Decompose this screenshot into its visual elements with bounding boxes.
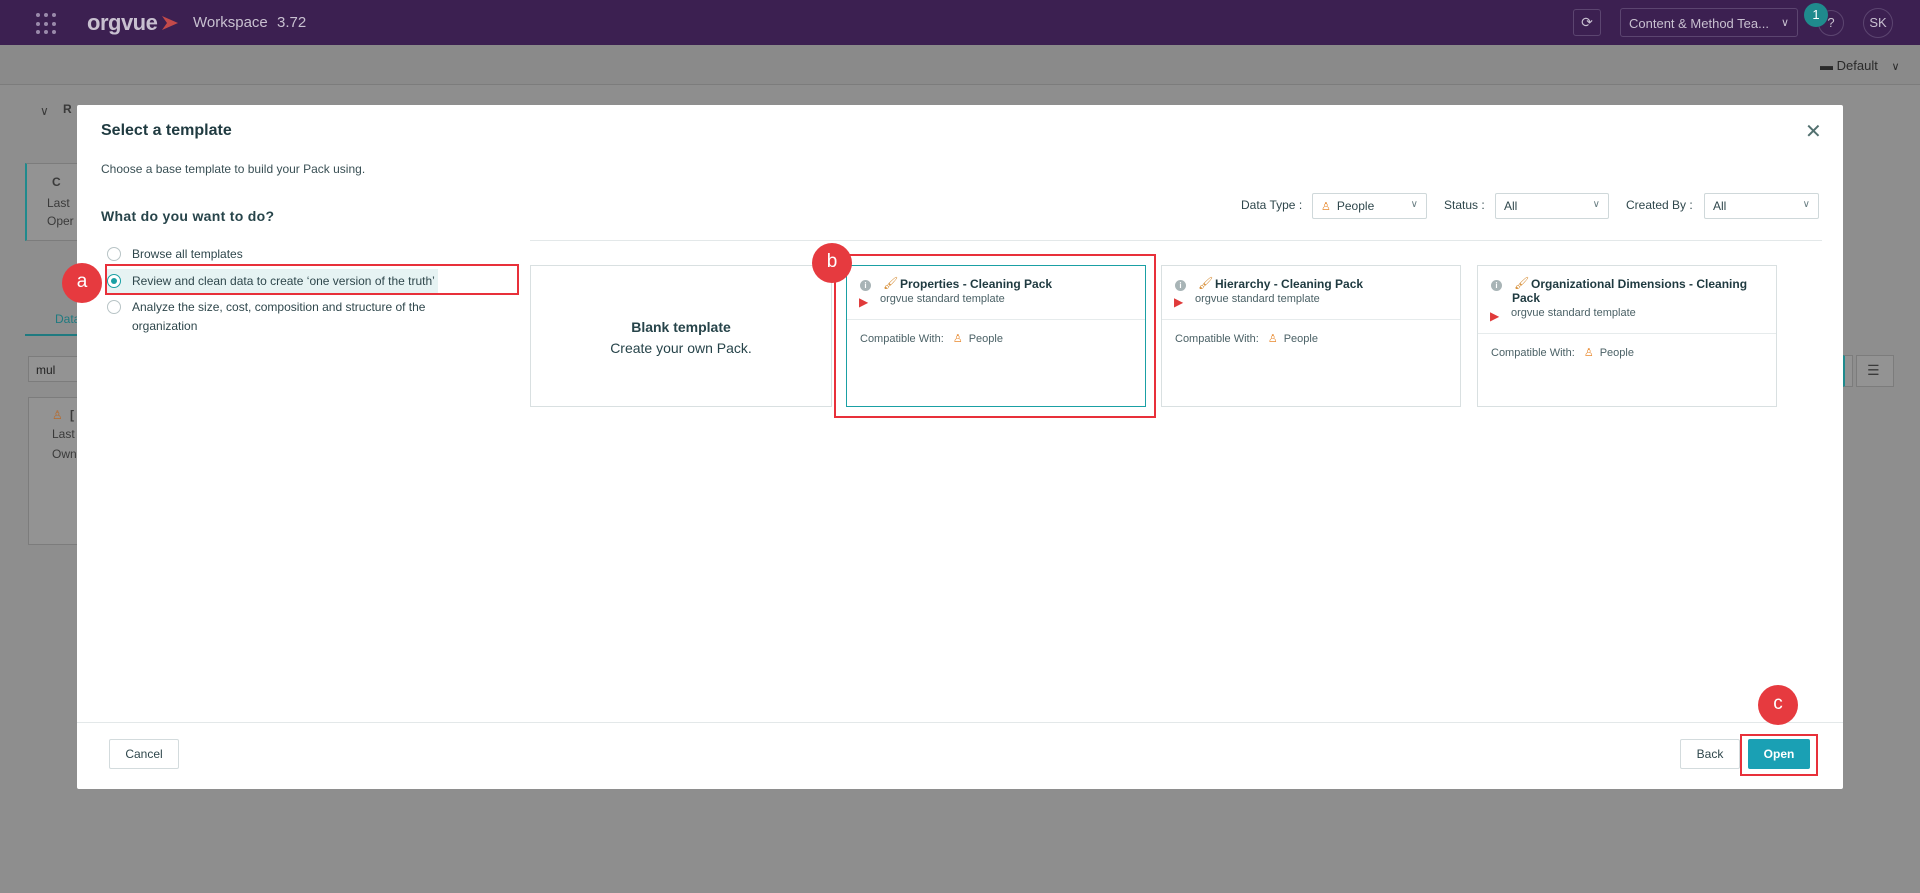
data-type-value: People	[1336, 199, 1375, 213]
card-header: i 🖌 Organizational Dimensions - Cleaning…	[1478, 266, 1776, 334]
workspace-label: Workspace	[193, 14, 268, 31]
back-button[interactable]: Back	[1680, 739, 1740, 769]
highlight-box-b	[834, 254, 1156, 418]
highlight-box-a	[105, 264, 519, 295]
compatibility: Compatible With: ♙ People	[1491, 346, 1634, 359]
select-template-dialog: Select a template ✕ Choose a base templa…	[77, 105, 1843, 789]
radio-button[interactable]	[107, 300, 121, 314]
person-icon: ♙	[1267, 333, 1278, 345]
card-header: i 🖌 Hierarchy - Cleaning Pack ▶ orgvue s…	[1162, 266, 1460, 320]
view-toolbar	[0, 45, 1920, 85]
orgvue-logo-mark-icon	[162, 16, 178, 30]
radio-button[interactable]	[107, 247, 121, 261]
sync-icon[interactable]: ⟳	[1573, 9, 1601, 36]
cancel-button[interactable]: Cancel	[109, 739, 179, 769]
chevron-down-icon: ∨	[1410, 199, 1418, 210]
info-icon[interactable]: i	[1175, 280, 1186, 291]
template-title: Organizational Dimensions - Cleaning Pac…	[1512, 277, 1748, 305]
app-launcher-icon[interactable]	[36, 13, 58, 35]
person-icon: ♙	[1583, 347, 1594, 359]
highlight-box-c	[1740, 734, 1818, 776]
chevron-down-icon: ∨	[1592, 199, 1600, 210]
filter-divider	[530, 240, 1822, 241]
close-icon[interactable]: ✕	[1805, 119, 1822, 144]
background-grid-toggle[interactable]	[1843, 355, 1853, 387]
list-icon: ☰	[1867, 362, 1880, 378]
blank-template-title: Blank template	[631, 319, 731, 335]
compatibility: Compatible With: ♙ People	[1175, 332, 1318, 345]
option-analyze[interactable]: Analyze the size, cost, composition and …	[107, 298, 447, 336]
section-collapse-icon[interactable]: ∨	[40, 104, 49, 118]
data-type-label: Data Type :	[1241, 198, 1303, 212]
user-avatar[interactable]: SK	[1863, 8, 1893, 38]
created-by-label: Created By :	[1626, 198, 1693, 212]
orgvue-logo-icon: ▶	[1174, 295, 1184, 309]
annotation-badge-b: b	[812, 243, 852, 283]
purpose-question: What do you want to do?	[101, 208, 275, 224]
compat-value: People	[1599, 347, 1634, 359]
top-navigation-bar: orgvue Workspace 3.72 ⟳ Content & Method…	[0, 0, 1920, 45]
compat-label: Compatible With:	[1175, 333, 1259, 345]
orgvue-logo[interactable]: orgvue	[87, 10, 158, 36]
dialog-title: Select a template	[101, 122, 232, 139]
blank-template-card[interactable]: Blank template Create your own Pack.	[530, 265, 832, 407]
status-select[interactable]: All ∨	[1495, 193, 1609, 219]
background-item-owner: Own	[52, 447, 77, 461]
chevron-down-icon: ∨	[1891, 61, 1900, 73]
created-by-select[interactable]: All ∨	[1704, 193, 1819, 219]
chevron-down-icon: ∨	[1802, 199, 1810, 210]
workspace-version: 3.72	[277, 14, 307, 31]
section-title-fragment: R	[63, 102, 72, 116]
footer-divider	[77, 722, 1843, 723]
team-selector[interactable]: Content & Method Tea... ∨	[1620, 8, 1798, 37]
team-selector-value: Content & Method Tea...	[1629, 16, 1769, 31]
chevron-down-icon: ∨	[1780, 17, 1789, 29]
background-tab-underline	[25, 334, 77, 336]
option-browse-all[interactable]: Browse all templates	[107, 245, 243, 264]
dialog-subtitle: Choose a base template to build your Pac…	[101, 162, 366, 176]
view-selector[interactable]: ▬ Default ∨	[1820, 58, 1900, 73]
background-card-last: Last	[47, 196, 70, 210]
status-label: Status :	[1444, 198, 1485, 212]
background-card-open: Oper	[47, 214, 74, 228]
template-source: orgvue standard template	[1195, 293, 1320, 305]
data-type-select[interactable]: ♙ People ∨	[1312, 193, 1427, 219]
template-card-org-dimensions[interactable]: i 🖌 Organizational Dimensions - Cleaning…	[1477, 265, 1777, 407]
background-item-last: Last	[52, 427, 75, 441]
background-search-value: mul	[36, 363, 56, 377]
template-title: Hierarchy - Cleaning Pack	[1215, 277, 1364, 291]
save-view-icon: ▬	[1820, 58, 1837, 73]
annotation-badge-a: a	[62, 263, 102, 303]
person-icon: ♙	[52, 408, 63, 422]
compat-label: Compatible With:	[1491, 347, 1575, 359]
status-value: All	[1504, 199, 1518, 213]
template-card-hierarchy[interactable]: i 🖌 Hierarchy - Cleaning Pack ▶ orgvue s…	[1161, 265, 1461, 407]
created-by-value: All	[1713, 199, 1727, 213]
notification-badge[interactable]: 1	[1804, 3, 1828, 27]
view-selector-label: Default	[1836, 58, 1878, 73]
brush-icon: 🖌	[1198, 276, 1214, 290]
template-source: orgvue standard template	[1511, 307, 1636, 319]
option-label: Browse all templates	[132, 247, 243, 261]
orgvue-logo-icon: ▶	[1490, 309, 1500, 323]
annotation-badge-c: c	[1758, 685, 1798, 725]
blank-template-subtitle: Create your own Pack.	[610, 340, 752, 356]
background-card-title: C	[52, 175, 61, 189]
option-label: Analyze the size, cost, composition and …	[132, 300, 426, 333]
person-icon: ♙	[1321, 201, 1331, 213]
compat-value: People	[1283, 333, 1318, 345]
background-item-title: [	[70, 408, 74, 422]
info-icon[interactable]: i	[1491, 280, 1502, 291]
